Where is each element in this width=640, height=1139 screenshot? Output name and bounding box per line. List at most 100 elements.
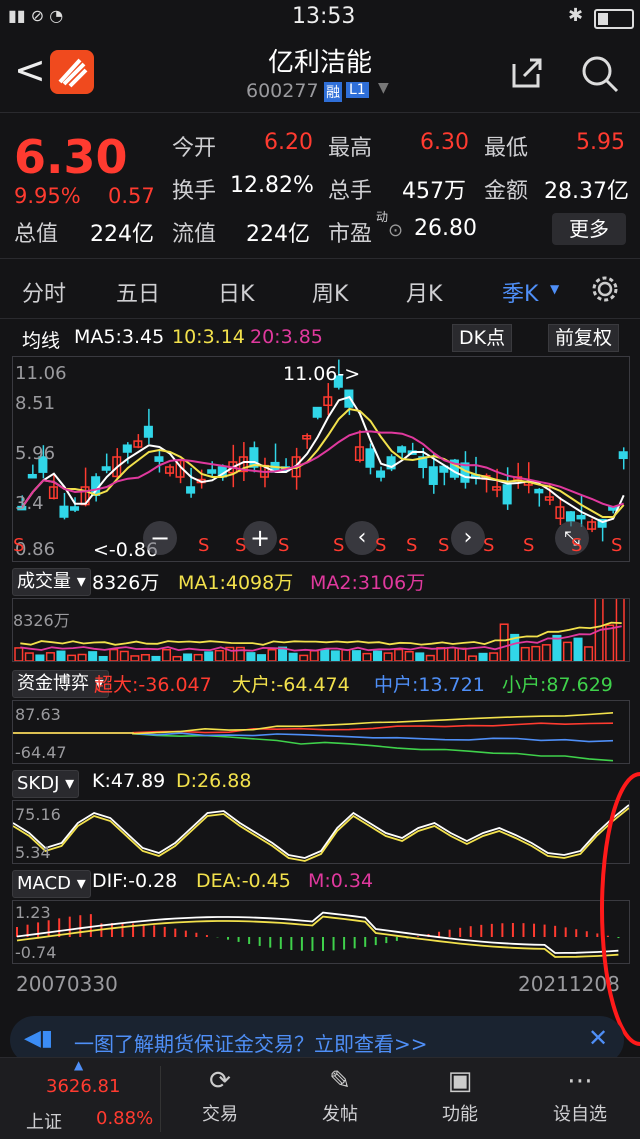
- kline-axis-top: 11.06: [15, 363, 67, 384]
- macd-axis-bottom: -0.74: [15, 943, 57, 962]
- kline-candle: [565, 511, 575, 522]
- volume-bar: [309, 650, 319, 661]
- tab-daily-k[interactable]: 日K: [218, 276, 254, 308]
- kline-candle: [101, 466, 111, 471]
- volume-bar: [478, 652, 488, 661]
- macd-chart[interactable]: 1.23 -0.74: [12, 900, 630, 964]
- volume-bar: [119, 650, 129, 661]
- skdj-chart[interactable]: 75.16 5.34: [12, 800, 630, 864]
- tab-quarterly-k[interactable]: 季K: [502, 276, 538, 308]
- volume-chart[interactable]: 8326万: [12, 598, 630, 662]
- kline-chart[interactable]: 11.06 8.51 5.96 3.4 0.86 11.06-> <-0.86 …: [12, 356, 630, 562]
- close-icon[interactable]: ✕: [588, 1024, 608, 1052]
- pe-value: 26.80: [414, 216, 477, 241]
- tab-dropdown-icon[interactable]: ▼: [550, 282, 559, 296]
- kline-candle: [502, 484, 512, 505]
- nav-trade[interactable]: ⟳ 交易: [170, 1058, 270, 1139]
- tab-weekly-k[interactable]: 周K: [312, 276, 348, 308]
- nav-set-favorite[interactable]: ⋯ 设自选: [530, 1058, 630, 1139]
- volume-bar: [615, 599, 625, 661]
- macd-indicator-button[interactable]: MACD ▾: [12, 870, 91, 898]
- tab-intraday[interactable]: 分时: [22, 276, 66, 308]
- skdj-k: K:47.89: [92, 770, 166, 792]
- low-label: 最低: [484, 136, 529, 161]
- fund-indicator-label: 资金博弈: [17, 673, 89, 694]
- volume-value: 457万: [402, 179, 466, 204]
- last-price: 6.30: [14, 130, 128, 184]
- dk-point-button[interactable]: DK点: [452, 324, 513, 352]
- volume-bar: [109, 648, 119, 661]
- search-icon[interactable]: [580, 54, 620, 94]
- sell-signal-mark: S: [611, 535, 623, 556]
- high-label: 最高: [328, 136, 373, 161]
- nav-trade-label: 交易: [202, 1104, 238, 1125]
- index-name[interactable]: 上证: [26, 1108, 62, 1134]
- nav-post[interactable]: ✎ 发帖: [290, 1058, 390, 1139]
- amount-label: 金额: [484, 179, 529, 204]
- kline-candle: [207, 469, 217, 474]
- volume-bar: [246, 652, 256, 661]
- settings-gear-icon[interactable]: [590, 274, 620, 304]
- scroll-right-icon[interactable]: ›: [451, 521, 485, 555]
- share-icon[interactable]: [510, 56, 542, 88]
- volume-bar: [24, 652, 34, 661]
- ma5-value: MA5:3.45: [74, 326, 165, 348]
- expand-up-icon[interactable]: ▲: [74, 1058, 83, 1072]
- volume-bar: [404, 650, 414, 661]
- zoom-out-icon[interactable]: −: [143, 521, 177, 555]
- macd-m: M:0.34: [308, 870, 374, 892]
- sell-signal-mark: S: [483, 535, 495, 556]
- tab-five-day[interactable]: 五日: [116, 276, 160, 308]
- volume-bar: [341, 649, 351, 661]
- volume-bar: [172, 655, 182, 661]
- tab-monthly-k[interactable]: 月K: [406, 276, 442, 308]
- volume-indicator-button[interactable]: 成交量 ▾: [12, 568, 91, 596]
- volume-bar: [193, 653, 203, 661]
- volume-bar: [151, 655, 161, 661]
- more-button[interactable]: 更多: [552, 213, 626, 245]
- index-pct[interactable]: 0.88%: [96, 1108, 153, 1129]
- volume-bar: [35, 654, 45, 661]
- kline-candle: [122, 444, 132, 453]
- nav-set-favorite-label: 设自选: [553, 1104, 607, 1125]
- banner-text: 一图了解期货保证金交易？立即查看>>: [74, 1032, 428, 1056]
- volume-ma2: MA2:3106万: [310, 572, 426, 594]
- volume-bar: [436, 647, 446, 661]
- dropdown-icon[interactable]: ▼: [378, 80, 389, 96]
- kline-high-note: 11.06->: [283, 363, 361, 385]
- red-annotation-circle: [600, 772, 640, 1046]
- megaphone-icon: ◀▮: [24, 1026, 54, 1051]
- stock-code: 600277: [246, 80, 319, 102]
- nav-function[interactable]: ▣ 功能: [410, 1058, 510, 1139]
- volume-bar: [204, 651, 214, 661]
- zoom-in-icon[interactable]: +: [243, 521, 277, 555]
- more-dots-icon: ⋯: [567, 1066, 593, 1096]
- kline-candle: [365, 448, 375, 468]
- volume-bar: [373, 650, 383, 661]
- macd-dea-line: [16, 915, 619, 958]
- scroll-left-icon[interactable]: ‹: [345, 521, 379, 555]
- kline-candle: [576, 514, 586, 520]
- volume-bar: [256, 654, 266, 661]
- sell-signal-mark: S: [198, 535, 210, 556]
- nav-post-label: 发帖: [322, 1104, 358, 1125]
- kline-candle: [428, 466, 438, 485]
- volume-bar: [214, 649, 224, 661]
- adjust-button[interactable]: 前复权: [548, 324, 620, 352]
- volume-bar: [457, 647, 467, 661]
- info-icon[interactable]: ⊙: [388, 220, 403, 241]
- date-start: 20070330: [16, 972, 118, 996]
- float-label: 流值: [172, 222, 217, 247]
- skdj-d: D:26.88: [176, 770, 252, 792]
- clock: 13:53: [292, 4, 356, 29]
- fund-axis-bottom: -64.47: [15, 743, 67, 762]
- kline-candle: [376, 470, 386, 478]
- kline-candle: [59, 505, 69, 518]
- kline-axis-2: 8.51: [15, 393, 56, 414]
- fund-chart[interactable]: 87.63 -64.47: [12, 700, 630, 764]
- index-value[interactable]: 3626.81: [46, 1076, 120, 1097]
- turnover-label: 换手: [172, 179, 217, 204]
- volume-indicator-label: 成交量: [17, 571, 71, 592]
- volume-bar: [56, 650, 66, 661]
- skdj-indicator-button[interactable]: SKDJ ▾: [12, 770, 80, 798]
